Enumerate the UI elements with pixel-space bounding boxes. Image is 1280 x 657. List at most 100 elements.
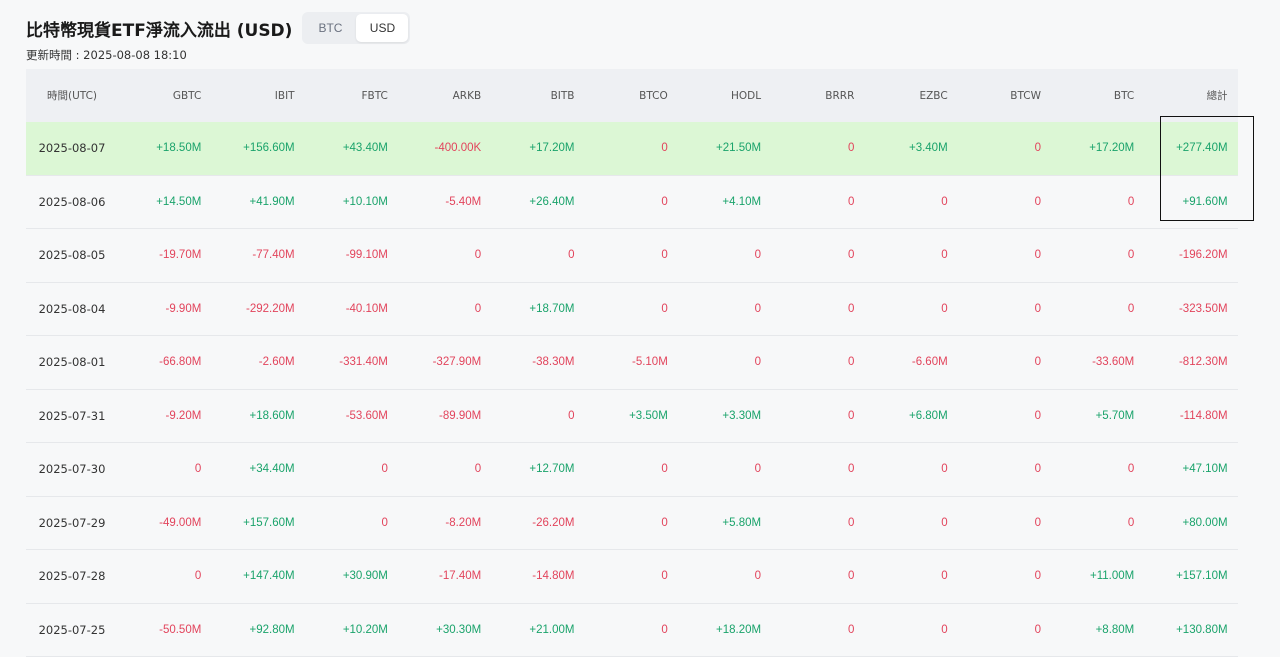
flow-cell: -323.50M	[1144, 303, 1237, 315]
flow-cell: +3.30M	[678, 410, 771, 422]
flow-cell: 0	[771, 356, 864, 368]
flow-cell: +3.50M	[584, 410, 677, 422]
flow-cell: 0	[958, 142, 1051, 154]
flow-cell: 0	[958, 303, 1051, 315]
column-header[interactable]: BTCW	[958, 90, 1051, 102]
flow-cell: 0	[771, 570, 864, 582]
flow-cell: 0	[958, 196, 1051, 208]
flow-cell: 0	[864, 624, 957, 636]
flow-cell: 0	[1051, 249, 1144, 261]
flow-cell: +17.20M	[491, 142, 584, 154]
flow-cell: +14.50M	[118, 196, 211, 208]
column-header[interactable]: BITB	[491, 90, 584, 102]
flow-cell: 0	[491, 249, 584, 261]
flow-cell: 0	[864, 303, 957, 315]
toggle-btc[interactable]: BTC	[304, 14, 356, 42]
flow-cell: 0	[118, 570, 211, 582]
date-cell: 2025-08-05	[26, 248, 118, 262]
date-cell: 2025-07-30	[26, 462, 118, 476]
flow-cell: 0	[305, 463, 398, 475]
flow-cell: 0	[584, 303, 677, 315]
flow-cell: +156.60M	[211, 142, 304, 154]
flow-cell: 0	[771, 517, 864, 529]
flow-cell: 0	[305, 517, 398, 529]
column-header[interactable]: HODL	[678, 90, 771, 102]
flow-cell: +8.80M	[1051, 624, 1144, 636]
flow-cell: 0	[584, 624, 677, 636]
flow-cell: 0	[958, 410, 1051, 422]
flow-cell: 0	[678, 356, 771, 368]
flow-cell: +21.00M	[491, 624, 584, 636]
flow-cell: 0	[771, 410, 864, 422]
flow-cell: +157.60M	[211, 517, 304, 529]
flow-cell: 0	[584, 463, 677, 475]
table-row: 2025-07-300+34.40M00+12.70M000000+47.10M	[26, 443, 1238, 497]
flow-cell: -17.40M	[398, 570, 491, 582]
flow-cell: -19.70M	[118, 249, 211, 261]
flow-cell: +10.20M	[305, 624, 398, 636]
flow-cell: 0	[1051, 196, 1144, 208]
unit-toggle: BTC USD	[302, 12, 410, 44]
flow-cell: +5.70M	[1051, 410, 1144, 422]
update-time: 更新時間 : 2025-08-08 18:10	[26, 47, 187, 63]
column-header[interactable]: FBTC	[305, 90, 398, 102]
flow-cell: 0	[1051, 303, 1144, 315]
column-header[interactable]: BTC	[1051, 90, 1144, 102]
flow-cell: -327.90M	[398, 356, 491, 368]
column-header[interactable]: EZBC	[864, 90, 957, 102]
flow-cell: +18.70M	[491, 303, 584, 315]
table-row: 2025-08-07+18.50M+156.60M+43.40M-400.00K…	[26, 122, 1238, 176]
flow-cell: 0	[771, 624, 864, 636]
date-cell: 2025-08-01	[26, 355, 118, 369]
flow-cell: -292.20M	[211, 303, 304, 315]
date-cell: 2025-08-07	[26, 141, 118, 155]
flow-cell: 0	[584, 517, 677, 529]
flow-cell: +26.40M	[491, 196, 584, 208]
column-header[interactable]: ARKB	[398, 90, 491, 102]
flow-cell: +34.40M	[211, 463, 304, 475]
flow-cell: +6.80M	[864, 410, 957, 422]
flow-cell: 0	[398, 249, 491, 261]
flow-cell: -40.10M	[305, 303, 398, 315]
column-header[interactable]: GBTC	[118, 90, 211, 102]
flow-cell: -5.10M	[584, 356, 677, 368]
flow-cell: +147.40M	[211, 570, 304, 582]
page-title: 比特幣現貨ETF淨流入流出 (USD)	[26, 16, 292, 41]
flow-cell: 0	[771, 142, 864, 154]
column-header[interactable]: IBIT	[211, 90, 304, 102]
flow-cell: +12.70M	[491, 463, 584, 475]
flow-cell: 0	[864, 517, 957, 529]
flow-cell: -66.80M	[118, 356, 211, 368]
flow-cell: -14.80M	[491, 570, 584, 582]
flow-cell: 0	[958, 463, 1051, 475]
flow-cell: +4.10M	[678, 196, 771, 208]
flow-cell: -331.40M	[305, 356, 398, 368]
flow-cell: +3.40M	[864, 142, 957, 154]
flow-cell: -77.40M	[211, 249, 304, 261]
flow-cell: -53.60M	[305, 410, 398, 422]
flow-cell: -49.00M	[118, 517, 211, 529]
date-cell: 2025-07-25	[26, 623, 118, 637]
flow-cell: -6.60M	[864, 356, 957, 368]
column-header[interactable]: BRRR	[771, 90, 864, 102]
flow-cell: -400.00K	[398, 142, 491, 154]
flow-cell: +47.10M	[1144, 463, 1237, 475]
column-header[interactable]: 時間(UTC)	[26, 88, 118, 103]
table-row: 2025-08-01-66.80M-2.60M-331.40M-327.90M-…	[26, 336, 1238, 390]
table-row: 2025-08-04-9.90M-292.20M-40.10M0+18.70M0…	[26, 283, 1238, 337]
column-header[interactable]: BTCO	[584, 90, 677, 102]
column-header[interactable]: 總計	[1144, 88, 1237, 103]
flow-cell: +41.90M	[211, 196, 304, 208]
flow-cell: 0	[678, 303, 771, 315]
flow-cell: 0	[771, 249, 864, 261]
flow-cell: 0	[958, 249, 1051, 261]
flow-cell: -99.10M	[305, 249, 398, 261]
toggle-usd[interactable]: USD	[356, 14, 408, 42]
table-row: 2025-07-25-50.50M+92.80M+10.20M+30.30M+2…	[26, 604, 1238, 657]
flow-cell: 0	[864, 570, 957, 582]
flow-cell: +18.20M	[678, 624, 771, 636]
date-cell: 2025-08-04	[26, 302, 118, 316]
flow-cell: -5.40M	[398, 196, 491, 208]
table-row: 2025-08-05-19.70M-77.40M-99.10M00000000-…	[26, 229, 1238, 283]
flow-cell: 0	[491, 410, 584, 422]
